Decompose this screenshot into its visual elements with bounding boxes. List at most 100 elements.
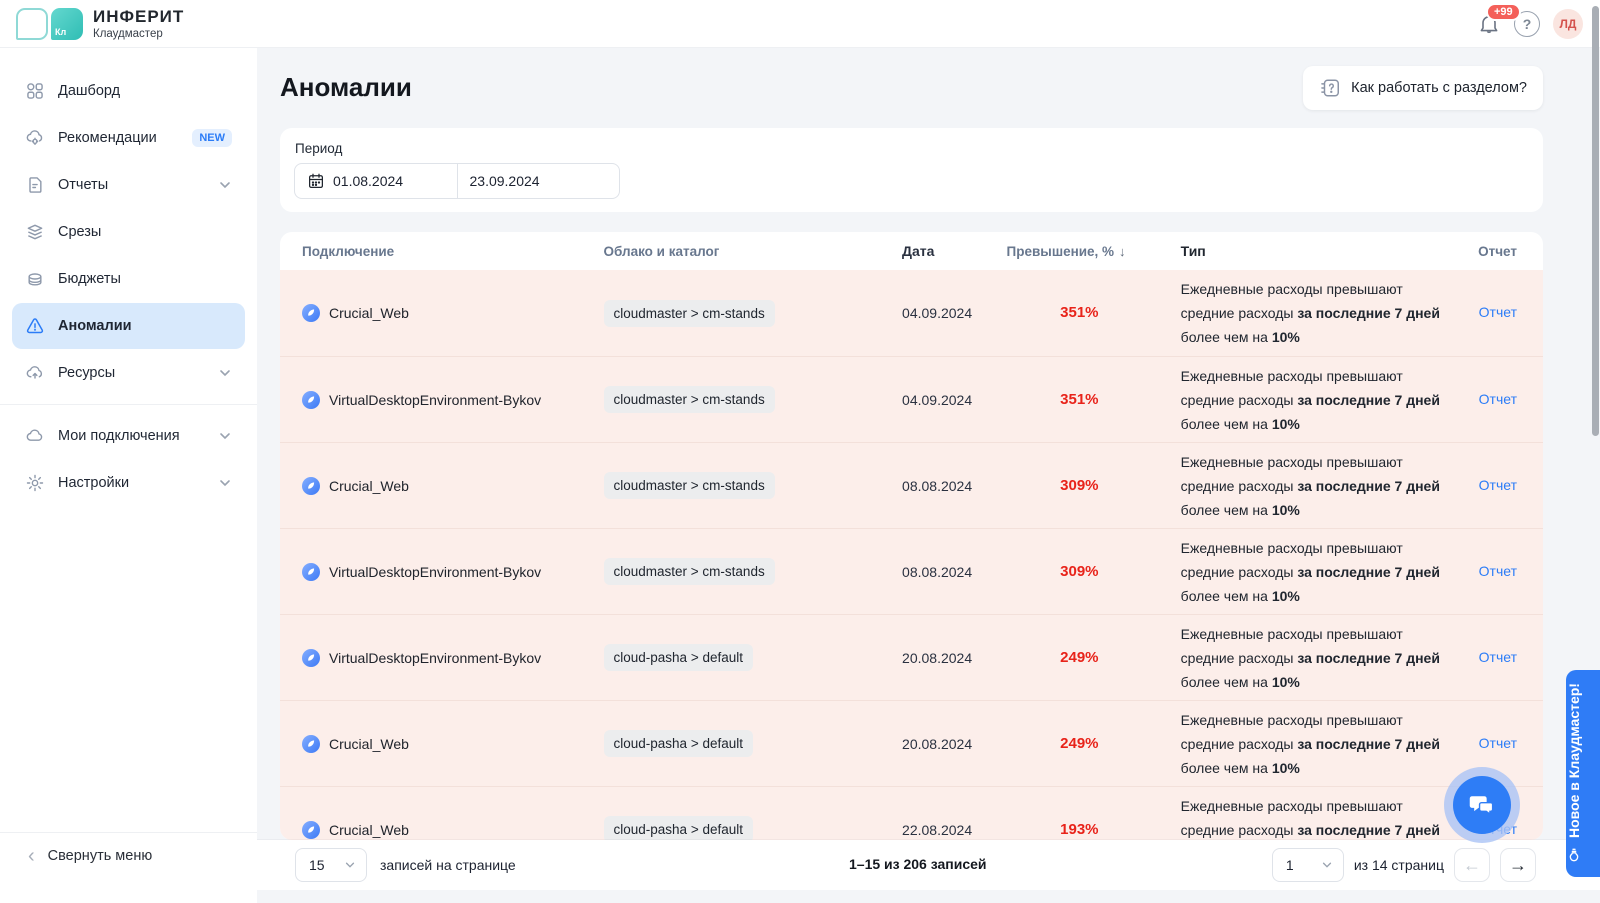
date-from-field[interactable]: 01.08.2024 (295, 164, 458, 198)
table-row: VirtualDesktopEnvironment-Bykov cloudmas… (280, 528, 1543, 614)
date-range-picker: 01.08.2024 23.09.2024 (294, 163, 620, 199)
sidebar-item-dashboard[interactable]: Дашборд (12, 68, 245, 114)
table-header-row: Подключение Облако и каталог Дата Превыш… (280, 232, 1543, 270)
report-link[interactable]: Отчет (1479, 563, 1517, 579)
sidebar-item-resources[interactable]: Ресурсы (12, 350, 245, 396)
anomaly-date: 08.08.2024 (902, 564, 1006, 580)
reports-icon (25, 175, 45, 195)
period-label: Период (295, 141, 1529, 156)
resources-icon (25, 363, 45, 383)
anomaly-type-text: Ежедневные расходы превышают средние рас… (1181, 450, 1458, 522)
chevron-down-icon (1321, 859, 1333, 871)
notifications-button[interactable]: +99 (1477, 12, 1501, 36)
page-number-select[interactable]: 1 (1272, 848, 1344, 882)
sidebar-item-connections[interactable]: Мои подключения (12, 413, 245, 459)
connection-provider-icon (302, 477, 320, 495)
sidebar-item-label: Срезы (58, 224, 101, 240)
excess-percent: 309% (1007, 477, 1099, 494)
connection-provider-icon (302, 735, 320, 753)
settings-icon (25, 473, 45, 493)
slices-icon (25, 222, 45, 242)
excess-percent: 309% (1007, 563, 1099, 580)
sidebar-item-slices[interactable]: Срезы (12, 209, 245, 255)
connection-name: Crucial_Web (329, 305, 409, 321)
chat-button[interactable] (1444, 767, 1520, 843)
report-link[interactable]: Отчет (1479, 304, 1517, 320)
table-row: Crucial_Web cloud-pasha > default 20.08.… (280, 700, 1543, 786)
pages-count-label: из 14 страниц (1354, 857, 1444, 873)
logo-subtitle: Клаудмастер (93, 28, 184, 40)
anomaly-type-text: Ежедневные расходы превышают средние рас… (1181, 794, 1458, 841)
sidebar-item-anomalies[interactable]: Аномалии (12, 303, 245, 349)
new-badge: NEW (192, 129, 232, 147)
connection-name: Crucial_Web (329, 478, 409, 494)
manual-question-icon (1319, 77, 1341, 99)
report-link[interactable]: Отчет (1479, 649, 1517, 665)
table-row: VirtualDesktopEnvironment-Bykov cloudmas… (280, 356, 1543, 442)
col-header-cloud-catalog: Облако и каталог (604, 244, 903, 259)
anomaly-type-text: Ежедневные расходы превышают средние рас… (1181, 708, 1458, 780)
anomaly-date: 20.08.2024 (902, 650, 1006, 666)
connection-name: VirtualDesktopEnvironment-Bykov (329, 650, 541, 666)
section-help-button[interactable]: Как работать с разделом? (1303, 66, 1543, 110)
cloud-catalog-chip: cloud-pasha > default (604, 730, 753, 757)
anomaly-type-text: Ежедневные расходы превышают средние рас… (1181, 364, 1458, 436)
chevron-down-icon (344, 859, 356, 871)
excess-percent: 249% (1007, 649, 1099, 666)
col-header-excess-sort[interactable]: Превышение, %↓ (1007, 244, 1181, 259)
connection-provider-icon (302, 304, 320, 322)
date-to-field[interactable]: 23.09.2024 (458, 164, 620, 198)
avatar[interactable]: ЛД (1553, 9, 1583, 39)
chevron-down-icon (218, 429, 232, 443)
arrow-right-icon: → (1509, 855, 1527, 876)
report-link[interactable]: Отчет (1479, 391, 1517, 407)
next-page-button[interactable]: → (1500, 848, 1536, 882)
page-number-value: 1 (1286, 857, 1294, 873)
anomaly-date: 20.08.2024 (902, 736, 1006, 752)
sidebar-item-recommendations[interactable]: Рекомендации NEW (12, 115, 245, 161)
page-scrollbar[interactable] (1592, 6, 1599, 436)
col-header-report: Отчет (1457, 244, 1517, 259)
arrow-left-icon: ← (1463, 855, 1481, 876)
sidebar-item-label: Ресурсы (58, 365, 115, 381)
chevron-left-icon: ‹ (28, 848, 35, 865)
anomaly-date: 04.09.2024 (902, 305, 1006, 321)
sidebar-item-label: Рекомендации (58, 130, 157, 146)
sidebar-item-budgets[interactable]: Бюджеты (12, 256, 245, 302)
connection-provider-icon (302, 649, 320, 667)
dashboard-icon (25, 81, 45, 101)
collapse-menu-button[interactable]: ‹ Свернуть меню (0, 832, 257, 903)
sidebar-item-label: Дашборд (58, 83, 120, 99)
sidebar-item-label: Мои подключения (58, 428, 180, 444)
sidebar: Дашборд Рекомендации NEW Отчеты (0, 48, 257, 903)
connection-name: Crucial_Web (329, 736, 409, 752)
page-title: Аномалии (280, 72, 412, 103)
report-link[interactable]: Отчет (1479, 477, 1517, 493)
col-header-date: Дата (902, 243, 1006, 259)
date-to-value: 23.09.2024 (470, 173, 540, 189)
pagination-bar: 15 записей на странице 1–15 из 206 запис… (257, 840, 1600, 890)
app-logo: Кл ИНФЕРИТ Клаудмастер (16, 7, 184, 40)
prev-page-button[interactable]: ← (1454, 848, 1490, 882)
whats-new-tab[interactable]: Новое в Клаудмастер! (1566, 670, 1600, 877)
anomaly-type-text: Ежедневные расходы превышают средние рас… (1181, 536, 1458, 608)
cloud-catalog-chip: cloudmaster > cm-stands (604, 386, 775, 413)
records-range-label: 1–15 из 206 записей (849, 856, 987, 872)
app-screen: Кл ИНФЕРИТ Клаудмастер +99 ? ЛД (0, 0, 1600, 903)
excess-percent: 249% (1007, 735, 1099, 752)
logo-badge-text: Кл (55, 27, 66, 37)
report-link[interactable]: Отчет (1479, 735, 1517, 751)
table-row: Crucial_Web cloudmaster > cm-stands 08.0… (280, 442, 1543, 528)
logo-title: ИНФЕРИТ (93, 7, 184, 27)
excess-percent: 351% (1007, 304, 1099, 321)
page-size-select[interactable]: 15 (295, 848, 367, 882)
chevron-down-icon (218, 366, 232, 380)
sidebar-item-reports[interactable]: Отчеты (12, 162, 245, 208)
sidebar-item-settings[interactable]: Настройки (12, 460, 245, 506)
section-help-label: Как работать с разделом? (1351, 80, 1527, 96)
budgets-icon (25, 269, 45, 289)
col-header-type: Тип (1181, 239, 1458, 263)
connections-icon (25, 426, 45, 446)
anomalies-icon (25, 316, 45, 336)
sidebar-item-label: Настройки (58, 475, 129, 491)
